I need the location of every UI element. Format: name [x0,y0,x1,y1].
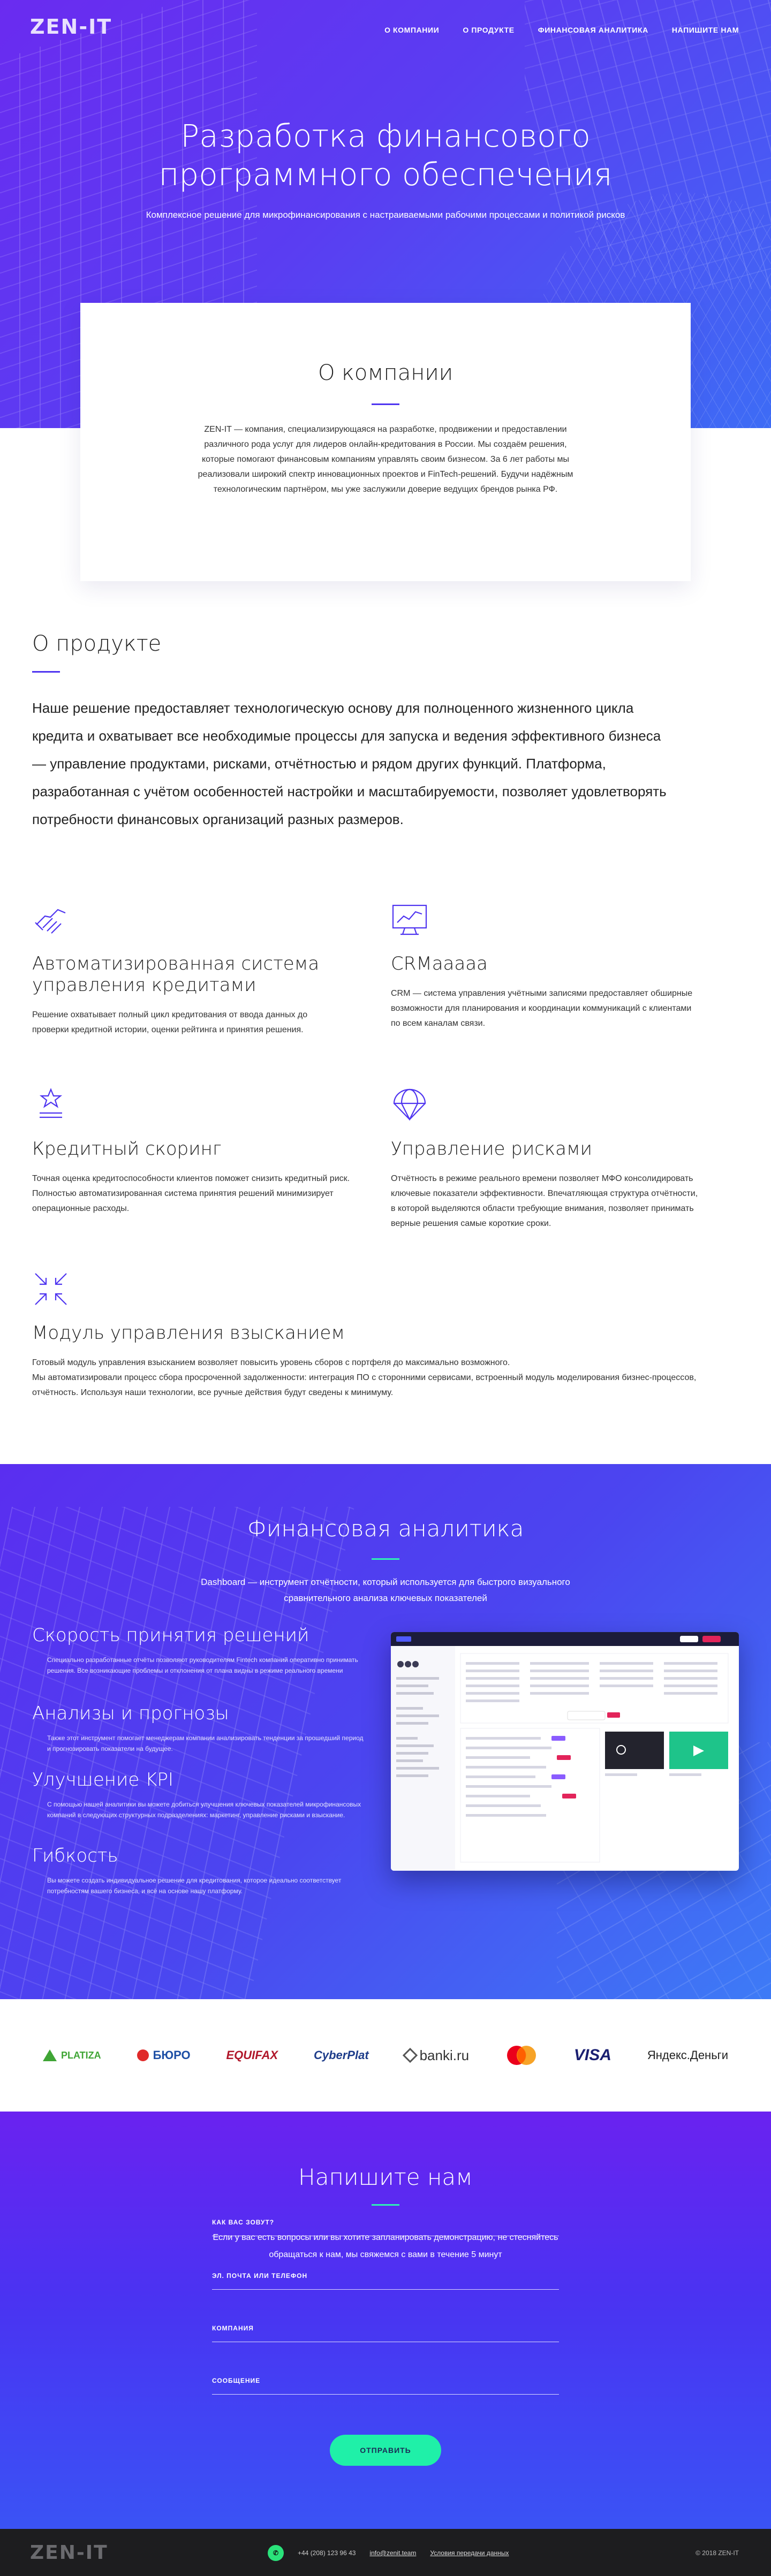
feature-text: Готовый модуль управления взысканием воз… [32,1355,723,1400]
product-divider [32,671,60,673]
feature-text-line-1: Готовый модуль управления взысканием воз… [32,1358,510,1367]
product-lead: Наше решение предоставляет технологическ… [32,700,667,827]
partner-label: PLATIZA [61,2049,101,2061]
mastercard-icon [507,2046,536,2065]
partner-label: Яндекс.Деньги [647,2048,728,2062]
partner-platiza: PLATIZA [43,2049,101,2061]
analytics-block-title: Скорость принятия решений [32,1625,309,1646]
partner-bureau: БЮРО [137,2048,191,2062]
analytics-block-title: Анализы и прогнозы [32,1703,229,1724]
nav-analytics[interactable]: Финансовая аналитика [538,26,648,34]
chart-monitor-icon [392,904,427,935]
main-nav: О компании О продукте Финансовая аналити… [384,26,739,34]
feature-text: Отчётность в режиме реального времени по… [391,1174,698,1228]
partner-banki: banki.ru [402,2047,470,2064]
footer-email[interactable]: info@zenit.team [369,2549,416,2557]
parachute-icon [393,1088,426,1121]
email-phone-field[interactable]: Эл. почта или телефон [212,2272,559,2290]
feature-title: Автоматизированная система управления кр… [32,953,320,996]
feature-crm: CRMaaaaa CRM — система управления учётны… [391,901,701,1031]
nav-about[interactable]: О компании [384,26,439,34]
star-award-icon [39,1088,63,1118]
about-title: О компании [318,361,453,385]
feature-loan-system: Автоматизированная система управления кр… [32,901,343,1038]
submit-button[interactable]: Отправить [330,2435,441,2466]
footer: ZEN-IT ✆ +44 (208) 123 96 43 info@zenit.… [0,2529,771,2576]
analytics-block-text: Специально разработанные отчёты позволяю… [47,1656,358,1674]
analytics-block-text: С помощью нашей аналитики вы можете доби… [47,1801,361,1819]
product-title: О продукте [32,631,162,656]
partners-strip: PLATIZA БЮРО EQUIFAX CyberPlat banki.ru … [0,1999,771,2112]
partner-equifax: EQUIFAX [226,2048,278,2062]
feature-title: Модуль управления взысканием [32,1322,345,1344]
partner-visa: VISA [574,2046,611,2064]
footer-copyright: © 2018 ZEN-IT [696,2549,739,2557]
partner-label: banki.ru [419,2047,470,2063]
hero-subtitle: Комплексное решение для микрофинансирова… [146,210,625,220]
analytics-block-text: Также этот инструмент помогает менеджера… [47,1734,364,1752]
about-divider [372,403,399,405]
analytics-block-title: Гибкость [32,1845,118,1866]
hero-title-line-1: Разработка финансового [180,118,591,154]
feature-text: CRM — система управления учётными запися… [391,989,693,1028]
feature-text: Точная оценка кредитоспособности клиенто… [32,1174,350,1213]
footer-logo[interactable]: ZEN-IT [30,2542,108,2564]
page: ZEN-IT О компании О продукте Финансовая … [0,0,771,2576]
partner-label: EQUIFAX [226,2048,278,2062]
collect-arrows-icon [35,1273,67,1305]
feature-collection: Модуль управления взысканием Готовый мод… [32,1270,723,1400]
platiza-icon [43,2049,57,2061]
footer-terms-link[interactable]: Условия передачи данных [430,2549,509,2557]
dashboard-mockup [391,1632,739,1871]
about-text: ZEN-IT — компания, специализирующаяся на… [198,425,573,494]
analytics-section: Финансовая аналитика Dashboard — инструм… [0,1464,771,1999]
analytics-block: Улучшение KPI С помощью нашей аналитики … [32,1769,364,1820]
whatsapp-icon[interactable]: ✆ [268,2545,284,2561]
analytics-block: Гибкость Вы можете создать индивидуально… [32,1845,364,1896]
partner-label: БЮРО [153,2048,191,2062]
footer-phone[interactable]: +44 (208) 123 96 43 [298,2549,356,2557]
feature-scoring: Кредитный скоринг Точная оценка кредитос… [32,1086,364,1216]
contact-divider [372,2204,399,2206]
feature-title: CRMaaaaa [391,953,488,974]
analytics-block-text: Вы можете создать индивидуальное решение… [47,1877,342,1895]
feature-text-line-2: Мы автоматизировали процесс сбора просро… [32,1373,697,1397]
handshake-icon [35,909,66,934]
contact-title: Напишите нам [298,2164,473,2190]
analytics-block: Анализы и прогнозы Также этот инструмент… [32,1703,364,1754]
nav-contact[interactable]: Напишите нам [672,26,739,34]
contact-section: Напишите нам Если у вас есть вопросы или… [0,2112,771,2529]
feature-title: Управление рисками [391,1138,593,1160]
partner-label: CyberPlat [313,2048,369,2062]
hero-title: Разработка финансового программного обес… [0,117,771,194]
analytics-title: Финансовая аналитика [247,1515,524,1542]
partner-label: VISA [573,2046,611,2064]
analytics-block-title: Улучшение KPI [32,1769,173,1790]
partner-yandex-money: Яндекс.Деньги [647,2048,728,2062]
hero-title-line-2: программного обеспечения [158,156,613,193]
about-card: О компании ZEN-IT — компания, специализи… [80,303,691,581]
bureau-icon [137,2049,149,2061]
footer-contacts: ✆ +44 (208) 123 96 43 info@zenit.team Ус… [268,2545,509,2561]
banki-icon [402,2047,418,2063]
company-field[interactable]: Компания [212,2325,559,2342]
nav-product[interactable]: О продукте [463,26,514,34]
analytics-desc: Dashboard — инструмент отчётности, котор… [201,1577,570,1603]
product-section: О продукте Наше решение предоставляет те… [32,631,739,833]
partner-mastercard [505,2045,538,2066]
message-field[interactable]: Сообщение [212,2377,559,2395]
feature-text: Решение охватывает полный цикл кредитова… [32,1010,308,1034]
name-field[interactable]: Как вас зовут? [212,2219,559,2236]
feature-risk: Управление рисками Отчётность в режиме р… [391,1086,701,1231]
analytics-block: Скорость принятия решений Специально раз… [32,1625,364,1676]
logo[interactable]: ZEN-IT [30,15,112,39]
feature-title: Кредитный скоринг [32,1138,222,1160]
partner-cyberplat: CyberPlat [314,2048,369,2062]
dashboard-screenshot [391,1632,739,1871]
analytics-divider [372,1558,399,1560]
